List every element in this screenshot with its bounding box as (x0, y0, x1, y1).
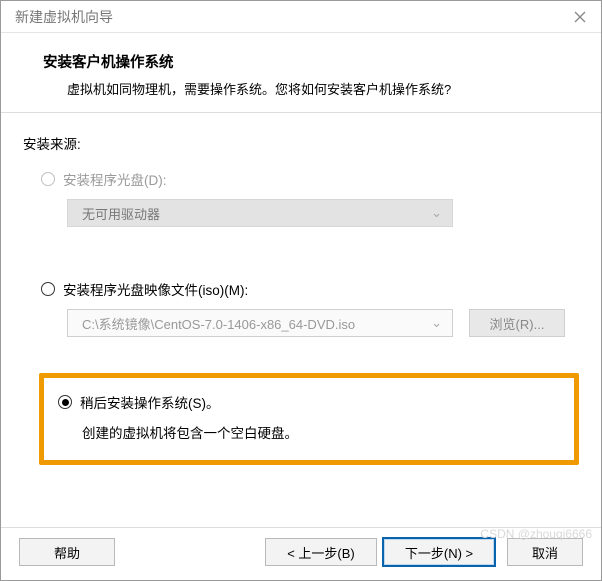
browse-button: 浏览(R)... (469, 309, 565, 337)
radio-later-icon (58, 395, 72, 409)
radio-disc-icon (41, 172, 55, 186)
chevron-down-icon: ⌄ (431, 315, 442, 331)
radio-option-iso[interactable]: 安装程序光盘映像文件(iso)(M): (41, 279, 579, 299)
radio-disc-label: 安装程序光盘(D): (63, 169, 167, 189)
cancel-label: 取消 (532, 543, 558, 562)
titlebar: 新建虚拟机向导 (1, 1, 601, 33)
content-area: 安装来源: 安装程序光盘(D): 无可用驱动器 ⌄ 安装程序光盘映像文件(iso… (1, 113, 601, 527)
option-group: 安装程序光盘(D): 无可用驱动器 ⌄ 安装程序光盘映像文件(iso)(M): … (23, 169, 579, 465)
highlight-install-later: 稍后安装操作系统(S)。 创建的虚拟机将包含一个空白硬盘。 (39, 373, 579, 465)
browse-label: 浏览(R)... (490, 314, 545, 333)
next-button[interactable]: 下一步(N) > (383, 538, 495, 566)
close-button[interactable] (567, 4, 593, 30)
footer: 帮助 < 上一步(B) 下一步(N) > 取消 (1, 527, 601, 580)
page-title: 安装客户机操作系统 (43, 51, 577, 72)
cancel-button[interactable]: 取消 (507, 538, 583, 566)
iso-file-row: C:\系统镜像\CentOS-7.0-1406-x86_64-DVD.iso ⌄… (41, 309, 579, 337)
wizard-window: 新建虚拟机向导 安装客户机操作系统 虚拟机如同物理机，需要操作系统。您将如何安装… (0, 0, 602, 581)
radio-option-disc: 安装程序光盘(D): (41, 169, 579, 189)
close-icon (574, 11, 586, 23)
disc-drive-value: 无可用驱动器 (82, 204, 160, 223)
back-label: < 上一步(B) (287, 543, 355, 562)
next-label: 下一步(N) > (405, 543, 473, 562)
help-label: 帮助 (54, 543, 80, 562)
disc-drive-combo: 无可用驱动器 ⌄ (67, 199, 453, 227)
iso-path-value: C:\系统镜像\CentOS-7.0-1406-x86_64-DVD.iso (82, 314, 355, 333)
help-button[interactable]: 帮助 (19, 538, 115, 566)
window-title: 新建虚拟机向导 (15, 7, 113, 27)
later-note: 创建的虚拟机将包含一个空白硬盘。 (58, 422, 534, 442)
chevron-down-icon: ⌄ (431, 205, 442, 221)
radio-later-label: 稍后安装操作系统(S)。 (80, 392, 220, 412)
radio-iso-icon (41, 282, 55, 296)
back-button[interactable]: < 上一步(B) (265, 538, 377, 566)
page-subtitle: 虚拟机如同物理机，需要操作系统。您将如何安装客户机操作系统? (43, 79, 577, 98)
source-label: 安装来源: (23, 133, 579, 153)
radio-iso-label: 安装程序光盘映像文件(iso)(M): (63, 279, 248, 299)
radio-option-later[interactable]: 稍后安装操作系统(S)。 (58, 392, 534, 412)
iso-path-combo: C:\系统镜像\CentOS-7.0-1406-x86_64-DVD.iso ⌄ (67, 309, 453, 337)
wizard-header: 安装客户机操作系统 虚拟机如同物理机，需要操作系统。您将如何安装客户机操作系统? (1, 33, 601, 113)
